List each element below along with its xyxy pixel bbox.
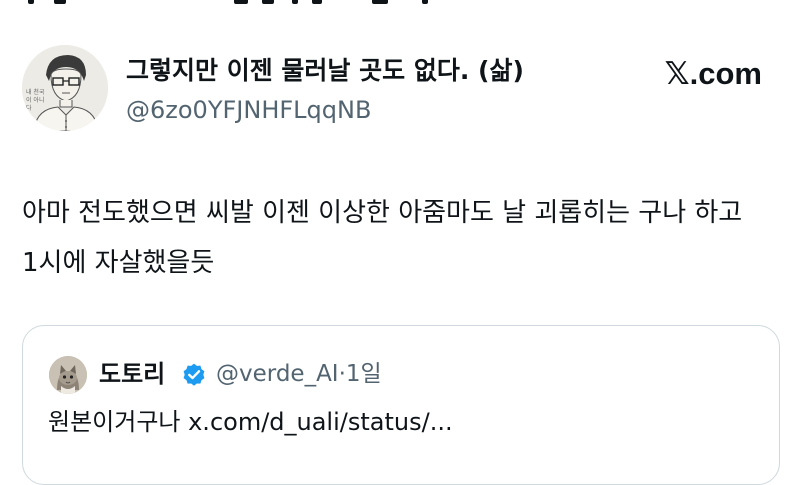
author-avatar[interactable]: 내 천국이 아니다 (22, 45, 108, 131)
quote-author-avatar[interactable] (49, 356, 87, 394)
verified-badge-icon (183, 363, 205, 386)
avatar-caption: 내 천국이 아니다 (26, 89, 45, 112)
quote-meta: @verde_AI·1일 (216, 357, 382, 391)
author-handle[interactable]: @6zo0YFJNHFLqqNB (126, 94, 371, 126)
cropped-previous-text (0, 0, 800, 6)
x-logo[interactable]: 𝕏.com (665, 54, 762, 94)
author-display-name[interactable]: 그렇지만 이젠 물러날 곳도 없다. (삶) (126, 54, 524, 88)
avatar-illustration-icon (22, 45, 108, 131)
quote-author-name[interactable]: 도토리 (99, 357, 165, 391)
cat-avatar-icon (49, 356, 87, 394)
quoted-tweet-card[interactable]: 도토리 @verde_AI·1일 원본이거구나 x.com/d_uali/sta… (22, 325, 780, 485)
meta-separator: · (338, 361, 346, 387)
quoted-tweet-text: 원본이거구나 x.com/d_uali/status/... (48, 408, 453, 436)
quote-author-handle[interactable]: @verde_AI (216, 361, 339, 387)
tweet-text: 아마 전도했으면 씨발 이젠 이상한 아줌마도 날 괴롭히는 구나 하고 1시에… (22, 198, 743, 278)
quote-timestamp[interactable]: 1일 (346, 361, 382, 387)
